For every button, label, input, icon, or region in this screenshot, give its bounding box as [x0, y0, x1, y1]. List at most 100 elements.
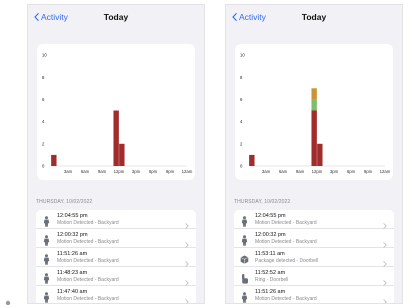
- chevron-right-icon: [383, 254, 387, 267]
- chevron-right-icon: [185, 254, 189, 267]
- event-time: 11:51:26 am: [255, 289, 286, 295]
- phone-screen-left: Activity Today 0 2 4 6 8 10 3am 6am 9am 12pm 3pm 6p…: [27, 4, 205, 304]
- y-tick-label: 10: [240, 53, 245, 58]
- event-row[interactable]: 11:52:52 am Ring - Doorbell: [234, 267, 394, 286]
- x-tick-label: 3pm: [132, 169, 141, 174]
- event-time: 11:52:52 am: [255, 270, 286, 276]
- chevron-right-icon: [185, 235, 189, 248]
- chevron-right-icon: [185, 292, 189, 303]
- event-list: 12:04:55 pm Motion Detected - Backyard 12:…: [234, 210, 394, 303]
- nav-bar: Activity Today: [28, 5, 204, 31]
- chevron-right-icon: [383, 292, 387, 303]
- person-motion-icon: [42, 233, 51, 246]
- event-row[interactable]: 12:00:32 pm Motion Detected - Backyard: [234, 229, 394, 248]
- event-time: 11:53:11 am: [255, 251, 285, 257]
- x-tick-label: 9pm: [166, 169, 175, 174]
- y-tick-label: 8: [240, 75, 243, 80]
- x-tick-label: 3am: [262, 169, 271, 174]
- chart-bar: [249, 154, 255, 166]
- person-motion-icon: [42, 271, 51, 284]
- event-description: Package detected - Doorbell: [255, 258, 319, 264]
- x-tick-label: 9am: [98, 169, 107, 174]
- y-tick-label: 0: [42, 164, 45, 169]
- chart-bar: [317, 143, 323, 166]
- chevron-right-icon: [383, 273, 387, 286]
- event-time: 12:00:32 pm: [57, 232, 88, 238]
- event-description: Motion Detected - Backyard: [57, 220, 119, 226]
- event-row[interactable]: 12:04:55 pm Motion Detected - Backyard: [234, 210, 394, 229]
- person-motion-icon: [42, 290, 51, 303]
- event-description: Motion Detected - Backyard: [255, 220, 317, 226]
- activity-chart: 0 2 4 6 8 10 3am 6am 9am 12pm 3pm 6pm 9pm 12am: [235, 44, 393, 180]
- chart-bar: [113, 110, 119, 166]
- x-tick-label: 12pm: [312, 169, 323, 174]
- doorbell-ring-icon: [240, 271, 249, 284]
- event-description: Motion Detected - Backyard: [57, 258, 119, 264]
- chart-bar: [311, 88, 317, 100]
- y-tick-label: 2: [240, 141, 243, 146]
- x-tick-label: 9am: [296, 169, 305, 174]
- event-description: Ring - Doorbell: [255, 277, 289, 283]
- event-time: 12:04:55 pm: [255, 213, 286, 219]
- activity-chart: 0 2 4 6 8 10 3am 6am 9am 12pm 3pm 6pm 9pm 12am: [37, 44, 195, 180]
- event-description: Motion Detected - Backyard: [255, 239, 317, 245]
- x-tick-label: 6pm: [347, 169, 356, 174]
- x-tick-label: 12pm: [114, 169, 125, 174]
- x-tick-label: 12am: [182, 169, 193, 174]
- y-tick-label: 6: [42, 97, 45, 102]
- x-tick-label: 6pm: [149, 169, 158, 174]
- event-list: 12:04:55 pm Motion Detected - Backyard 12:…: [36, 210, 196, 303]
- package-icon: [240, 252, 249, 264]
- event-description: Motion Detected - Backyard: [57, 296, 119, 302]
- person-motion-icon: [42, 252, 51, 265]
- y-tick-label: 2: [42, 141, 45, 146]
- event-description: Motion Detected - Backyard: [57, 239, 119, 245]
- partial-glyph-icon: [5, 300, 11, 305]
- chevron-right-icon: [185, 216, 189, 229]
- event-time: 11:48:23 am: [57, 270, 88, 276]
- y-tick-label: 10: [42, 53, 47, 58]
- event-row[interactable]: 12:00:32 pm Motion Detected - Backyard: [36, 229, 196, 248]
- event-row[interactable]: 11:53:11 am Package detected - Doorbell: [234, 248, 394, 267]
- y-tick-label: 4: [42, 119, 45, 124]
- event-row[interactable]: 11:51:26 am Motion Detected - Backyard: [234, 286, 394, 303]
- x-tick-label: 3am: [64, 169, 73, 174]
- x-tick-label: 12am: [380, 169, 391, 174]
- phone-screen-right: Activity Today 0 2 4 6 8 10 3am 6am 9am 12pm 3pm 6p…: [225, 4, 403, 304]
- page-title: Today: [103, 12, 129, 22]
- activity-chart-svg: 0 2 4 6 8 10 3am 6am 9am 12pm 3pm 6pm 9pm 12am: [240, 53, 391, 174]
- chart-bar: [51, 154, 57, 166]
- event-time: 11:47:40 am: [57, 289, 88, 295]
- x-tick-label: 9pm: [364, 169, 373, 174]
- person-motion-icon: [240, 214, 249, 227]
- event-row[interactable]: 11:48:23 am Motion Detected - Backyard: [36, 267, 196, 286]
- event-time: 11:51:26 am: [57, 251, 88, 257]
- y-tick-label: 6: [240, 97, 243, 102]
- chevron-right-icon: [383, 216, 387, 229]
- nav-bar: Activity Today: [226, 5, 402, 31]
- event-description: Motion Detected - Backyard: [57, 277, 119, 283]
- section-header: THURSDAY, 10/02/2022: [36, 199, 93, 205]
- x-tick-label: 6am: [81, 169, 90, 174]
- event-row[interactable]: 12:04:55 pm Motion Detected - Backyard: [36, 210, 196, 229]
- chevron-right-icon: [383, 235, 387, 248]
- chart-bar: [311, 99, 317, 111]
- chevron-right-icon: [185, 273, 189, 286]
- page-title: Today: [301, 12, 327, 22]
- y-tick-label: 8: [42, 75, 45, 80]
- x-tick-label: 6am: [279, 169, 288, 174]
- event-time: 12:04:55 pm: [57, 213, 88, 219]
- event-row[interactable]: 11:51:26 am Motion Detected - Backyard: [36, 248, 196, 267]
- activity-chart-svg: 0 2 4 6 8 10 3am 6am 9am 12pm 3pm 6pm 9pm 12am: [42, 53, 193, 174]
- x-tick-label: 3pm: [330, 169, 339, 174]
- event-description: Motion Detected - Backyard: [255, 296, 317, 302]
- y-tick-label: 0: [240, 164, 243, 169]
- person-motion-icon: [240, 233, 249, 246]
- y-tick-label: 4: [240, 119, 243, 124]
- event-row[interactable]: 11:47:40 am Motion Detected - Backyard: [36, 286, 196, 303]
- person-motion-icon: [240, 290, 249, 303]
- chart-bar: [311, 110, 317, 166]
- person-motion-icon: [42, 214, 51, 227]
- event-time: 12:00:32 pm: [255, 232, 286, 238]
- chart-bar: [119, 143, 125, 166]
